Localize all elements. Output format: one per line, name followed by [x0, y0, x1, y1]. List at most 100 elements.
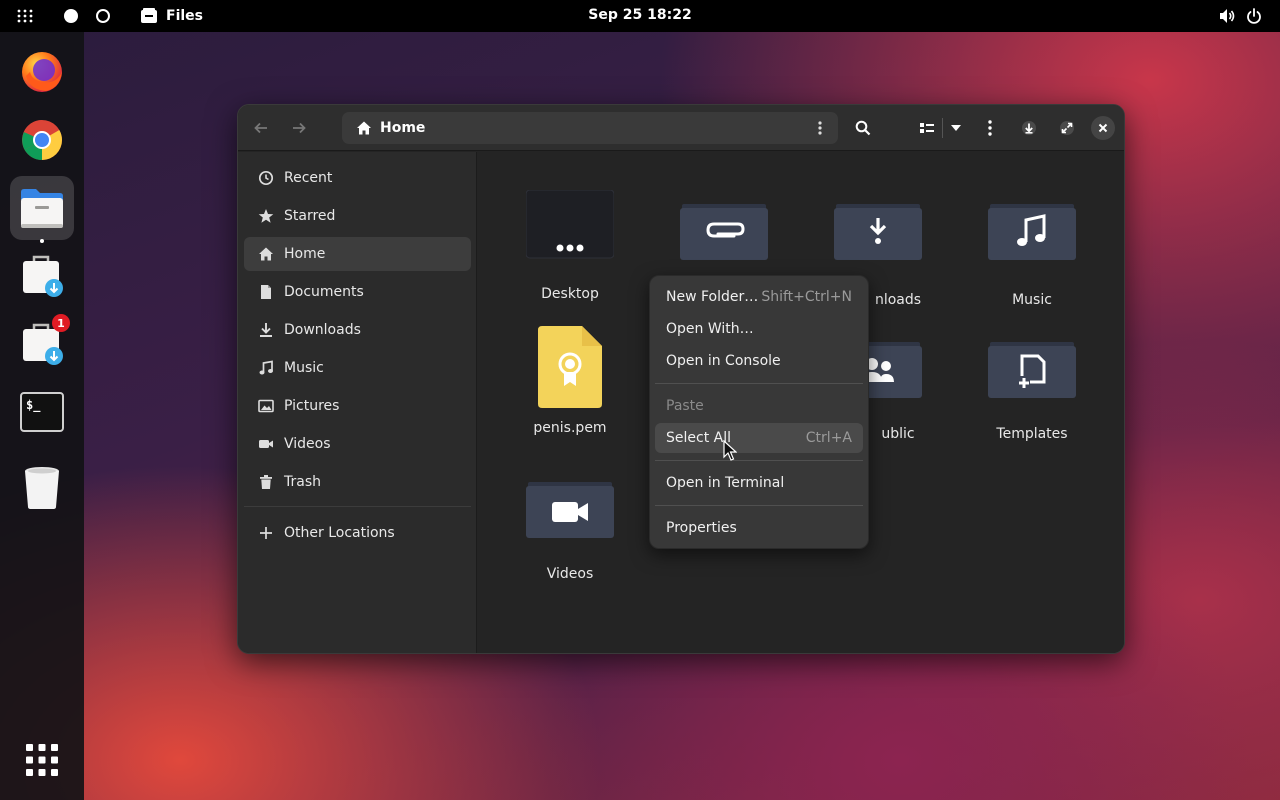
- menu-item-paste: Paste: [655, 391, 863, 421]
- trash-icon: [260, 475, 272, 489]
- clock-icon: [258, 170, 274, 186]
- trash-icon: [25, 467, 59, 509]
- vertical-dots-icon: [988, 120, 992, 136]
- menu-separator: [655, 505, 863, 506]
- back-button[interactable]: [246, 114, 276, 142]
- sidebar-separator: [244, 506, 471, 507]
- mouse-cursor-icon: [723, 440, 737, 461]
- sidebar: Recent Starred Home Documents Downloads …: [238, 152, 477, 653]
- activities-grid-icon[interactable]: [16, 8, 34, 24]
- firefox-icon: [22, 52, 62, 92]
- menu-item-properties[interactable]: Properties: [655, 513, 863, 543]
- file-label: Videos: [546, 566, 594, 582]
- view-list-button[interactable]: [912, 114, 942, 142]
- sidebar-item-recent[interactable]: Recent: [244, 161, 471, 195]
- dock-installer[interactable]: [10, 244, 74, 308]
- path-menu-button[interactable]: [808, 116, 832, 140]
- svg-text:$_: $_: [26, 398, 41, 413]
- file-item-music[interactable]: Music: [957, 190, 1107, 310]
- sidebar-item-label: Recent: [284, 170, 333, 186]
- file-label: Music: [1012, 292, 1052, 308]
- header-bar: Home: [238, 105, 1124, 151]
- terminal-icon: $_: [20, 392, 64, 432]
- menu-item-open-terminal[interactable]: Open in Terminal: [655, 468, 863, 498]
- volume-icon[interactable]: [1218, 8, 1236, 24]
- dock-terminal[interactable]: $_: [10, 380, 74, 444]
- power-icon[interactable]: [1246, 8, 1262, 24]
- sidebar-item-label: Trash: [284, 474, 321, 490]
- sidebar-item-documents[interactable]: Documents: [244, 275, 471, 309]
- star-icon: [258, 209, 274, 223]
- dock-chrome[interactable]: [10, 108, 74, 172]
- sidebar-item-videos[interactable]: Videos: [244, 427, 471, 461]
- menu-item-label: Open With…: [666, 321, 754, 337]
- home-icon: [259, 247, 273, 261]
- maximize-button[interactable]: [1052, 114, 1082, 142]
- file-item-templates[interactable]: Templates: [957, 326, 1107, 444]
- file-item-desktop[interactable]: Desktop: [495, 190, 645, 304]
- desktop-folder-icon: [526, 190, 614, 259]
- menu-item-label: Select All: [666, 430, 731, 446]
- maximize-icon: [1060, 121, 1074, 135]
- document-icon: [261, 285, 271, 299]
- menu-separator: [655, 460, 863, 461]
- vertical-dots-icon: [818, 121, 822, 135]
- workspace-2-indicator[interactable]: [96, 9, 110, 23]
- menu-item-open-with[interactable]: Open With…: [655, 314, 863, 344]
- forward-button[interactable]: [284, 114, 314, 142]
- dock-installer-updates[interactable]: 1: [10, 312, 74, 376]
- top-bar: Files Sep 25 18:22: [0, 0, 1280, 32]
- chrome-icon: [22, 120, 62, 160]
- app-menu[interactable]: Files: [140, 6, 203, 26]
- file-item-attachments[interactable]: [649, 190, 799, 268]
- menu-item-label: Open in Console: [666, 353, 781, 369]
- path-current: Home: [380, 120, 426, 136]
- main-menu-button[interactable]: [975, 114, 1005, 142]
- sidebar-item-pictures[interactable]: Pictures: [244, 389, 471, 423]
- music-icon: [259, 360, 273, 375]
- dock-trash[interactable]: [10, 456, 74, 520]
- menu-item-label: Paste: [666, 398, 704, 414]
- update-badge: 1: [52, 314, 70, 332]
- picture-icon: [258, 399, 274, 413]
- dock-firefox[interactable]: [10, 40, 74, 104]
- operations-button[interactable]: [1014, 114, 1044, 142]
- arrow-right-icon: [293, 122, 306, 134]
- menu-separator: [655, 383, 863, 384]
- home-icon: [357, 121, 371, 135]
- file-item-pem[interactable]: penis.pem: [495, 326, 645, 438]
- close-icon: [1098, 123, 1108, 133]
- installer-icon: [23, 255, 63, 297]
- sidebar-item-home[interactable]: Home: [244, 237, 471, 271]
- file-label: penis.pem: [533, 420, 607, 436]
- sidebar-item-starred[interactable]: Starred: [244, 199, 471, 233]
- menu-item-label: Properties: [666, 520, 737, 536]
- sidebar-item-trash[interactable]: Trash: [244, 465, 471, 499]
- dock-files[interactable]: [10, 176, 74, 240]
- files-icon: [21, 189, 63, 228]
- view-options-button[interactable]: [941, 114, 971, 142]
- search-button[interactable]: [848, 114, 878, 142]
- dock-show-apps[interactable]: [10, 728, 74, 792]
- running-indicator: [40, 239, 44, 243]
- download-icon: [260, 323, 272, 337]
- clock[interactable]: Sep 25 18:22: [588, 7, 691, 23]
- list-view-icon: [920, 123, 934, 133]
- sidebar-item-music[interactable]: Music: [244, 351, 471, 385]
- menu-item-select-all[interactable]: Select All Ctrl+A: [655, 423, 863, 453]
- paperclip-folder-icon: [680, 204, 768, 260]
- sidebar-item-label: Documents: [284, 284, 364, 300]
- sidebar-item-downloads[interactable]: Downloads: [244, 313, 471, 347]
- file-item-videos[interactable]: Videos: [495, 466, 645, 584]
- close-button[interactable]: [1091, 116, 1115, 140]
- download-arrow-icon: [1022, 121, 1036, 135]
- menu-item-open-console[interactable]: Open in Console: [655, 346, 863, 376]
- app-name: Files: [166, 8, 203, 24]
- sidebar-item-other-locations[interactable]: Other Locations: [244, 516, 471, 550]
- menu-item-new-folder[interactable]: New Folder… Shift+Ctrl+N: [655, 282, 863, 312]
- path-bar[interactable]: Home: [342, 112, 838, 144]
- workspace-1-indicator[interactable]: [64, 9, 78, 23]
- dock: 1 $_: [0, 32, 84, 800]
- arrow-left-icon: [254, 122, 267, 134]
- context-menu: New Folder… Shift+Ctrl+N Open With… Open…: [649, 275, 869, 549]
